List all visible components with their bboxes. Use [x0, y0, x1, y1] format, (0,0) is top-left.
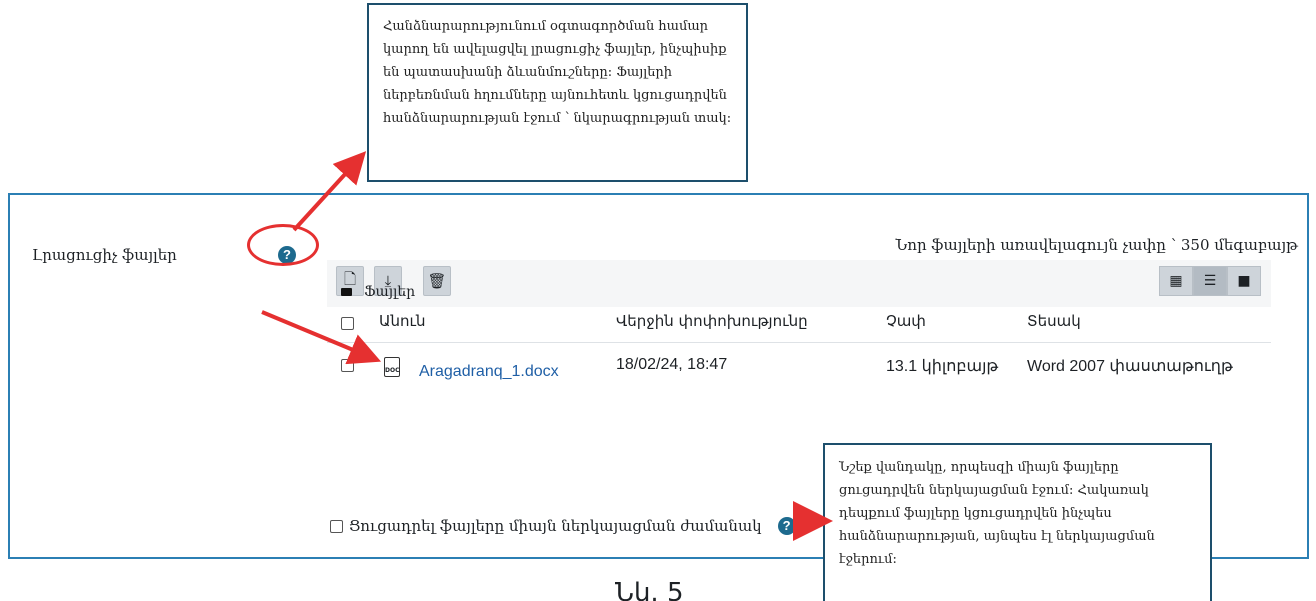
arrow-to-file	[261, 310, 382, 365]
annotation-arrows	[261, 151, 833, 541]
arrow-to-top-callout	[292, 151, 367, 232]
